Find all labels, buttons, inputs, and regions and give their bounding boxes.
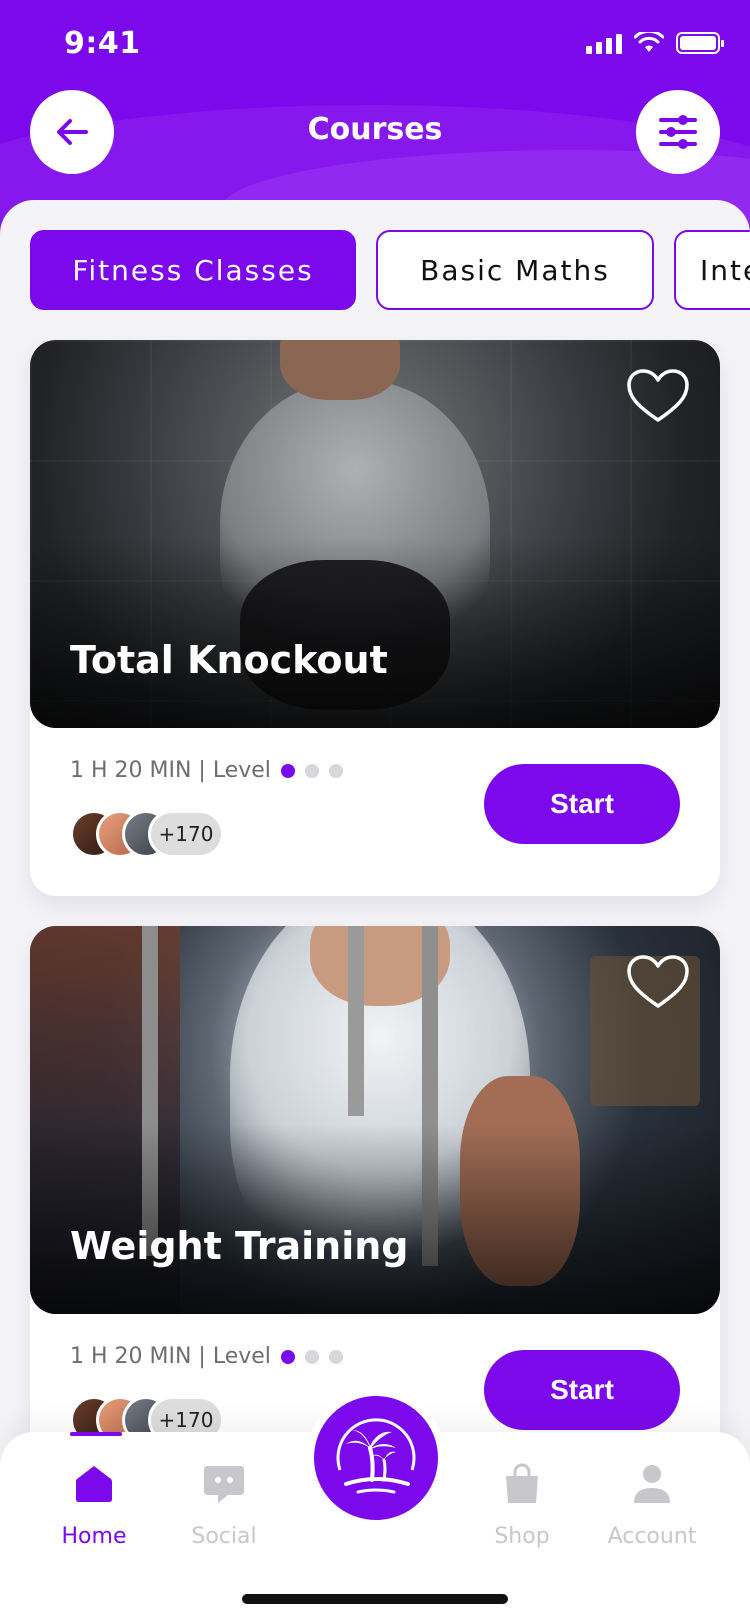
category-tabs: Fitness Classes Basic Maths Inte (30, 230, 750, 310)
course-meta: 1 H 20 MIN | Level (70, 1344, 343, 1369)
level-dot-active (280, 763, 295, 778)
status-icons (586, 32, 724, 54)
heart-icon[interactable] (626, 368, 690, 424)
nav-account[interactable]: Account (592, 1462, 712, 1549)
level-dot (304, 763, 319, 778)
course-duration: 1 H 20 MIN | Level (70, 758, 271, 783)
nav-label: Home (61, 1524, 127, 1549)
tab-fitness-classes[interactable]: Fitness Classes (30, 230, 356, 310)
home-indicator (242, 1594, 508, 1604)
heart-icon[interactable] (626, 954, 690, 1010)
level-dot-active (280, 1349, 295, 1364)
tab-partial[interactable]: Inte (674, 230, 750, 310)
nav-home[interactable]: Home (34, 1462, 154, 1549)
start-button[interactable]: Start (484, 1350, 680, 1430)
nav-label: Shop (494, 1524, 550, 1549)
sliders-icon (659, 115, 697, 149)
level-dot (328, 1349, 343, 1364)
tab-basic-maths[interactable]: Basic Maths (376, 230, 654, 310)
signal-icon (586, 32, 622, 54)
level-dot (304, 1349, 319, 1364)
palm-island-icon (336, 1418, 416, 1494)
nav-label: Account (607, 1524, 697, 1549)
course-title: Total Knockout (70, 638, 388, 682)
wifi-icon (634, 32, 664, 52)
home-icon (76, 1466, 112, 1502)
nav-shop[interactable]: Shop (462, 1462, 582, 1549)
shopping-bag-icon (506, 1463, 538, 1503)
active-tab-indicator (70, 1432, 122, 1436)
status-time: 9:41 (64, 26, 141, 61)
nav-label: Social (191, 1524, 257, 1549)
start-button[interactable]: Start (484, 764, 680, 844)
participant-avatars: +170 (70, 810, 224, 858)
course-duration: 1 H 20 MIN | Level (70, 1344, 271, 1369)
chat-icon (204, 1466, 244, 1503)
course-card[interactable]: Total Knockout 1 H 20 MIN | Level +170 S… (30, 340, 720, 896)
course-image: Weight Training (30, 926, 720, 1314)
course-meta: 1 H 20 MIN | Level (70, 758, 343, 783)
center-action-button[interactable] (306, 1388, 446, 1528)
nav-social[interactable]: Social (164, 1462, 284, 1549)
course-image: Total Knockout (30, 340, 720, 728)
battery-icon (676, 32, 724, 54)
filter-button[interactable] (636, 90, 720, 174)
course-title: Weight Training (70, 1224, 409, 1268)
level-dot (328, 763, 343, 778)
participant-count: +170 (148, 810, 224, 858)
user-icon (634, 1465, 670, 1503)
